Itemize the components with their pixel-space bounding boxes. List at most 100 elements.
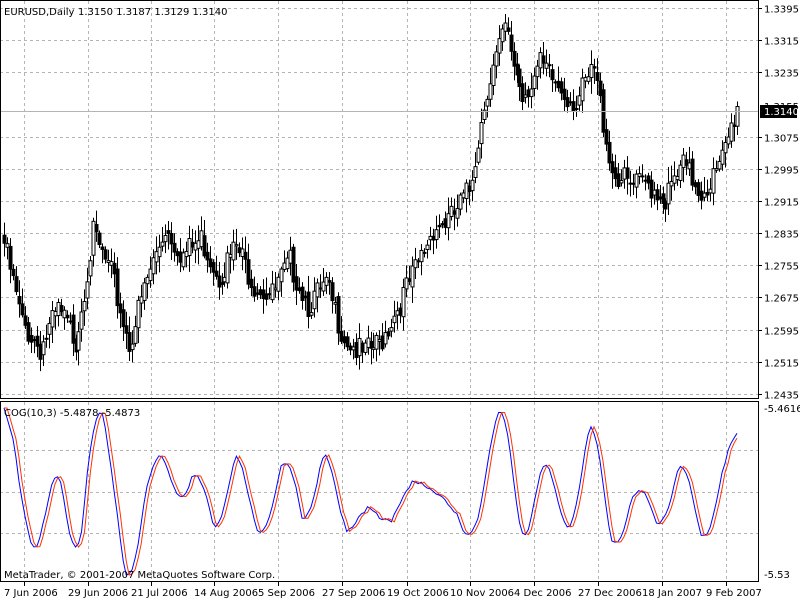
price-tick-label: 1.3395 [764,5,799,16]
chart-svg: EURUSD,Daily 1.3150 1.3187 1.3129 1.3140… [0,0,800,599]
candle-body [20,303,25,316]
candle-body [115,268,120,307]
price-tick-label: 1.2835 [764,230,799,241]
chart-window: EURUSD,Daily 1.3150 1.3187 1.3129 1.3140… [0,0,800,600]
candle-body [142,282,147,301]
candle-body [234,244,239,247]
candle-body [386,331,391,337]
candle-body [315,282,320,298]
price-axis: 1.3395 1.3315 1.3235 1.3075 1.2995 1.2915 1.28… [758,5,799,402]
candle-body [17,296,22,305]
time-label: 21 Jul 2006 [131,588,188,599]
candle-body [121,309,126,328]
candle-body [434,229,439,241]
candle-body [97,232,102,246]
price-candles [2,14,740,372]
candle-body [389,327,394,332]
candle-body [607,141,612,164]
candle-body [425,244,430,251]
candle-body [160,241,165,247]
price-tick-label: 1.2595 [764,327,799,338]
indicator-top-tick: -5.4616 [764,404,800,415]
candle-body [65,314,70,319]
candle-body [494,51,499,67]
time-label: 14 Aug 2006 [194,588,258,599]
indicator-title: COG(10,3) -5.4878 -5.4873 [4,408,140,419]
candle-body [595,71,600,81]
price-tick-label: 1.2915 [764,198,799,209]
candle-body [88,260,93,277]
candle-body [491,64,496,87]
candle-body [547,64,552,67]
time-label: 10 Nov 2006 [450,588,514,599]
candle-body [604,129,609,145]
candle-body [133,326,138,344]
candle-body [592,66,597,69]
price-title: EURUSD,Daily [4,7,75,18]
indicator-bottom-tick: -5.53 [764,570,790,581]
candle-body [103,249,108,260]
candle-body [336,296,341,334]
candle-body [640,175,645,178]
candle-body [76,331,81,351]
candle-body [243,251,248,260]
candle-body [625,167,630,179]
candle-body [580,77,585,102]
candle-body [136,299,141,329]
candle-body [14,276,19,293]
price-tick-label: 1.2675 [764,294,799,305]
candle-body [270,283,275,301]
candle-body [44,337,49,340]
candle-body [79,311,84,330]
candle-body [172,242,177,253]
candle-body [94,224,99,233]
candle-body [11,268,16,277]
price-tick-label: 1.3075 [764,134,799,145]
indicator-pane[interactable]: COG(10,3) -5.4878 -5.4873 -5.4616 -5.53 … [0,401,800,582]
candle-body [214,270,219,277]
candle-body [220,282,225,285]
candle-body [529,88,534,98]
candle-body [2,234,7,244]
candle-body [711,168,716,194]
candle-body [601,89,606,133]
candle-body [532,75,537,89]
candle-body [479,122,484,145]
time-label: 29 Jun 2006 [68,588,128,599]
time-axis: 7 Jun 2006 29 Jun 2006 21 Jul 2006 14 Aug 2… [4,582,762,599]
candle-body [300,286,305,301]
candle-body [309,312,314,316]
candle-body [217,275,222,288]
candle-body [330,282,335,302]
candle-body [476,147,481,163]
ohlc-label: 1.3150 1.3187 1.3129 1.3140 [78,7,228,18]
price-pane[interactable]: EURUSD,Daily 1.3150 1.3187 1.3129 1.3140… [0,0,799,402]
price-tick-label: 1.2755 [764,262,799,273]
candle-body [520,83,525,103]
price-tick-label: 1.3315 [764,37,799,48]
candle-body [422,251,427,254]
time-label: 19 Oct 2006 [387,588,449,599]
candle-body [392,315,397,324]
candle-body [100,246,105,250]
candle-body [470,179,475,192]
candle-body [509,34,514,52]
candle-body [455,208,460,219]
candle-body [541,55,546,64]
candle-body [619,179,624,184]
time-label: 5 Sep 2006 [258,588,315,599]
candle-body [690,158,695,186]
price-tick-label: 1.2515 [764,359,799,370]
candle-body [473,166,478,179]
time-label: 18 Jan 2007 [642,588,702,599]
time-label: 7 Jun 2006 [4,588,58,599]
candle-body [85,281,90,299]
candle-body [279,268,284,283]
candle-body [374,334,379,350]
time-label: 4 Dec 2006 [514,588,572,599]
current-price-label: 1.3140 [764,107,799,118]
time-label: 27 Sep 2006 [322,588,385,599]
cog-line [3,407,738,576]
candle-body [8,245,13,270]
candle-body [327,280,332,283]
